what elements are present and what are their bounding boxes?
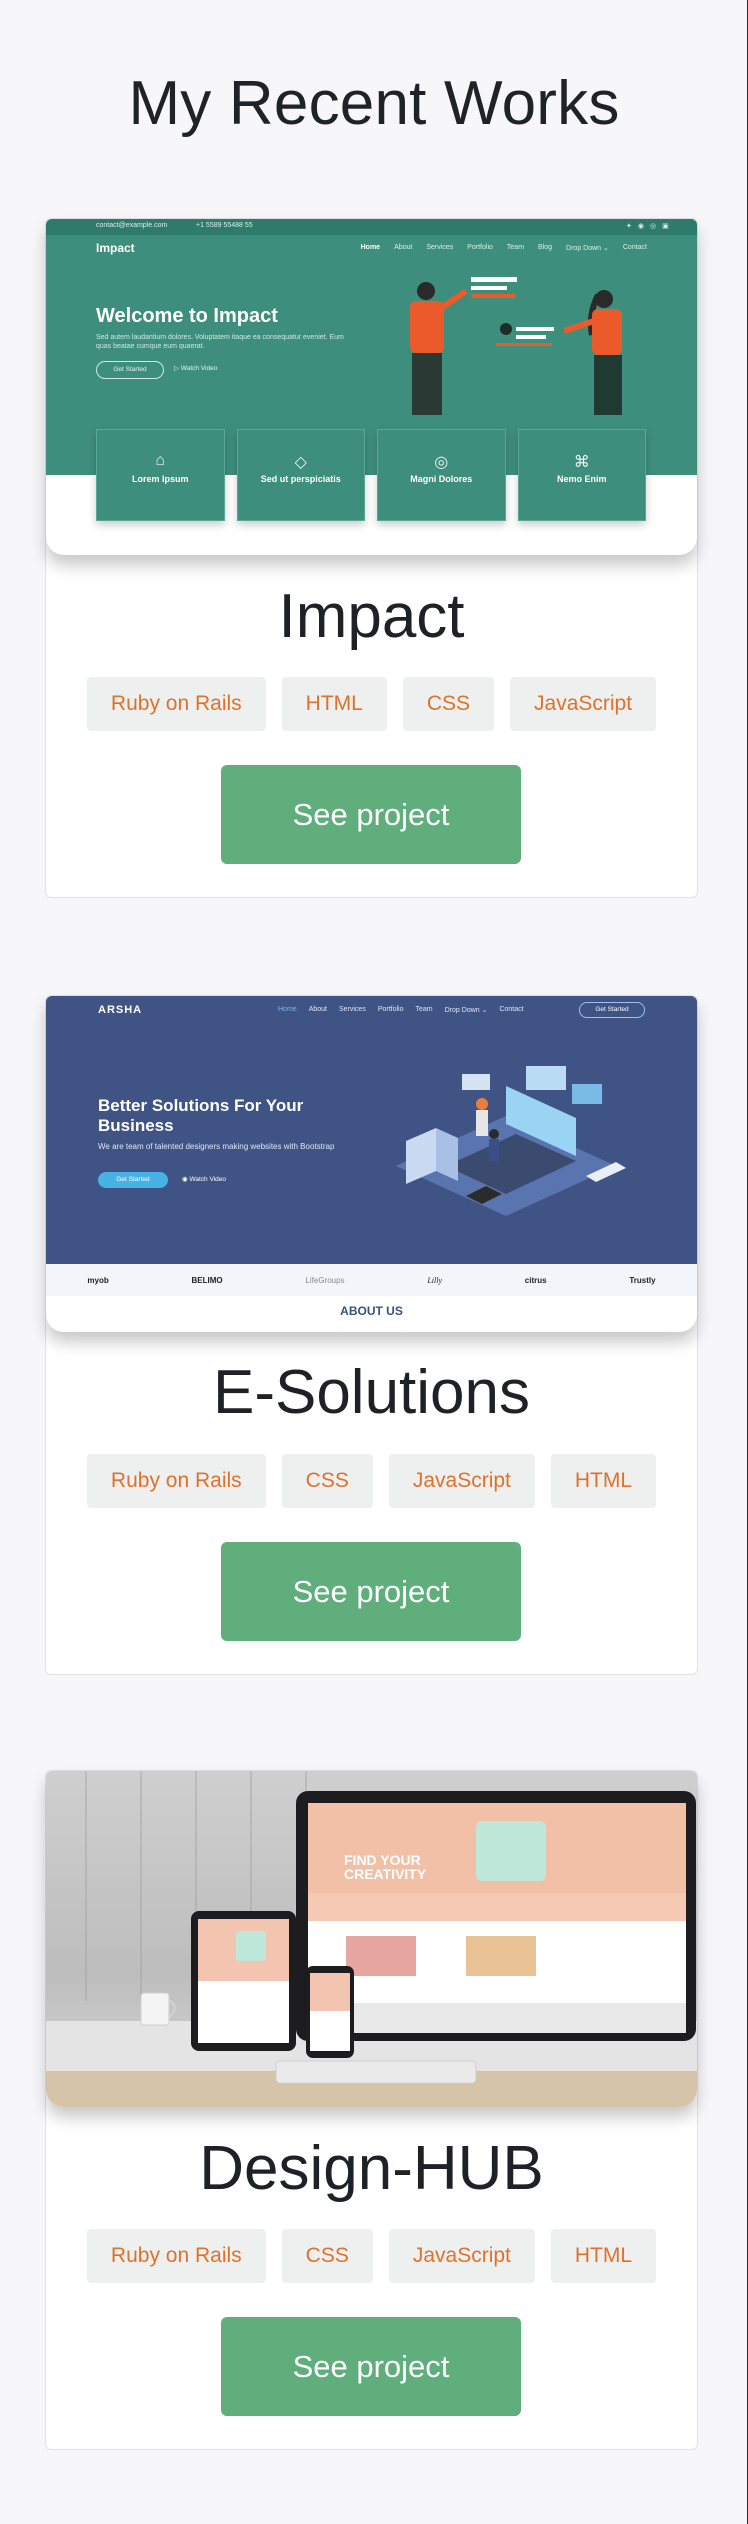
preview-nav-item: Services bbox=[426, 244, 454, 251]
preview-hero-title: FIND YOUR CREATIVITY bbox=[344, 1852, 427, 1882]
project-preview-impact[interactable]: contact@example.com +1 5589 55488 55 ✦◉◎… bbox=[46, 219, 697, 555]
client-logo: citrus bbox=[524, 1275, 547, 1285]
preview-get-started-button: Get Started bbox=[98, 1172, 168, 1188]
preview-hero-title: Welcome to Impact bbox=[96, 305, 278, 327]
preview-feature-box: ◇ Sed ut perspiciatis bbox=[236, 429, 365, 521]
preview-nav-item: About bbox=[308, 1006, 327, 1013]
location-icon: ◎ bbox=[434, 454, 449, 471]
see-project-button[interactable]: See project bbox=[221, 765, 521, 864]
preview-logo: Impact bbox=[96, 241, 135, 255]
isometric-laptop-illustration bbox=[396, 1066, 626, 1216]
gem-icon: ◇ bbox=[294, 454, 307, 471]
preview-hero-title: Better Solutions For Your Business bbox=[98, 1096, 304, 1135]
tech-tag: CSS bbox=[281, 2229, 373, 2283]
client-logo: Trustly bbox=[629, 1275, 656, 1285]
project-card-design-hub: FIND YOUR CREATIVITY Design-HUB Ruby on … bbox=[45, 1770, 698, 2450]
project-title: Design-HUB bbox=[199, 2134, 544, 2203]
tech-tag: HTML bbox=[281, 677, 387, 731]
tech-tag: CSS bbox=[402, 677, 495, 731]
project-preview-e-solutions[interactable]: ARSHA Home About Services Portfolio Team… bbox=[46, 996, 697, 1332]
preview-nav-item: Drop Down ⌄ bbox=[566, 245, 609, 252]
preview-nav-item: Home bbox=[360, 244, 381, 251]
tech-tag: JavaScript bbox=[388, 2229, 535, 2283]
preview-nav-item: Services bbox=[338, 1006, 366, 1013]
see-project-button[interactable]: See project bbox=[221, 2317, 521, 2416]
preview-feature-label: Lorem Ipsum bbox=[131, 474, 189, 484]
preview-about-strip: ABOUT US bbox=[46, 1296, 697, 1332]
tech-tag: HTML bbox=[550, 1454, 657, 1508]
preview-watch-video-link: ▷ Watch Video bbox=[174, 361, 217, 377]
preview-feature-label: Nemo Enim bbox=[556, 474, 607, 484]
project-preview-design-hub[interactable]: FIND YOUR CREATIVITY bbox=[46, 1771, 697, 2107]
client-logo: BELIMO bbox=[191, 1275, 223, 1285]
preview-topbar: contact@example.com +1 5589 55488 55 ✦◉◎… bbox=[46, 219, 697, 235]
preview-logo: ARSHA bbox=[98, 1004, 143, 1016]
preview-nav-item: Team bbox=[415, 1006, 433, 1013]
preview-nav-item: Portfolio bbox=[467, 244, 493, 251]
preview-watch-video-label: Watch Video bbox=[189, 1176, 226, 1183]
preview-get-started-nav-button: Get Started bbox=[579, 1002, 645, 1018]
tech-tag: JavaScript bbox=[388, 1454, 535, 1508]
preview-about-heading: ABOUT US bbox=[340, 1304, 403, 1318]
tech-tags: Ruby on Rails HTML CSS JavaScript bbox=[46, 677, 697, 731]
preview-nav-item: Contact bbox=[622, 244, 647, 251]
preview-feature-box: ⌘ Nemo Enim bbox=[517, 429, 646, 521]
play-icon: ▷ bbox=[174, 365, 181, 372]
project-title: E-Solutions bbox=[212, 1358, 531, 1427]
preview-feature-boxes: ⌂ Lorem Ipsum ◇ Sed ut perspiciatis ◎ Ma… bbox=[96, 429, 646, 521]
preview-topbar-email: contact@example.com bbox=[96, 222, 168, 229]
tech-tag: JavaScript bbox=[510, 677, 657, 731]
preview-nav-item: Blog bbox=[538, 244, 553, 251]
people-illustration bbox=[410, 277, 622, 415]
see-project-button[interactable]: See project bbox=[221, 1542, 521, 1641]
command-icon: ⌘ bbox=[573, 454, 590, 471]
client-logo: myob bbox=[87, 1275, 109, 1285]
preview-nav-item: Portfolio bbox=[377, 1006, 404, 1013]
preview-nav-item: Contact bbox=[499, 1006, 524, 1013]
easel-icon: ⌂ bbox=[155, 452, 166, 469]
preview-nav-item: Drop Down ⌄ bbox=[444, 1007, 488, 1014]
client-logo: Lilly bbox=[427, 1275, 442, 1285]
section-title: My Recent Works bbox=[128, 68, 620, 138]
preview-clients-strip: myob BELIMO LifeGroups Lilly citrus Trus… bbox=[46, 1264, 697, 1296]
tech-tag: Ruby on Rails bbox=[86, 677, 266, 731]
tech-tags: Ruby on Rails CSS JavaScript HTML bbox=[46, 1454, 697, 1508]
project-title: Impact bbox=[278, 582, 465, 651]
preview-nav-item: Team bbox=[506, 244, 525, 251]
tech-tag: Ruby on Rails bbox=[86, 2229, 266, 2283]
preview-get-started-button: Get Started bbox=[96, 361, 164, 379]
preview-feature-label: Sed ut perspiciatis bbox=[260, 474, 341, 484]
project-card-impact: contact@example.com +1 5589 55488 55 ✦◉◎… bbox=[45, 218, 698, 898]
tech-tags: Ruby on Rails CSS JavaScript HTML bbox=[46, 2229, 697, 2283]
preview-nav-item: About bbox=[394, 244, 413, 251]
client-logo: LifeGroups bbox=[305, 1275, 345, 1285]
devices-mockup-illustration bbox=[46, 1771, 697, 2107]
preview-nav-item: Home bbox=[278, 1006, 297, 1013]
preview-watch-video-link: ◉ Watch Video bbox=[182, 1172, 226, 1188]
social-icons: ✦◉◎▣ bbox=[626, 223, 675, 230]
preview-feature-label: Magni Dolores bbox=[410, 474, 473, 484]
preview-hero-text: We are team of talented designers making… bbox=[98, 1142, 335, 1151]
tech-tag: Ruby on Rails bbox=[86, 1454, 266, 1508]
preview-watch-video-label: Watch Video bbox=[180, 365, 218, 372]
preview-feature-box: ⌂ Lorem Ipsum bbox=[96, 429, 225, 521]
tech-tag: CSS bbox=[281, 1454, 373, 1508]
preview-hero-text: Sed autem laudantium dolores. Voluptatem… bbox=[96, 334, 344, 350]
preview-feature-box: ◎ Magni Dolores bbox=[377, 429, 506, 521]
preview-nav: Home About Services Portfolio Team Blog … bbox=[361, 244, 647, 252]
project-card-e-solutions: ARSHA Home About Services Portfolio Team… bbox=[45, 995, 698, 1675]
tech-tag: HTML bbox=[550, 2229, 657, 2283]
preview-topbar-phone: +1 5589 55488 55 bbox=[196, 222, 253, 229]
preview-nav: Home About Services Portfolio Team Drop … bbox=[278, 1006, 524, 1014]
